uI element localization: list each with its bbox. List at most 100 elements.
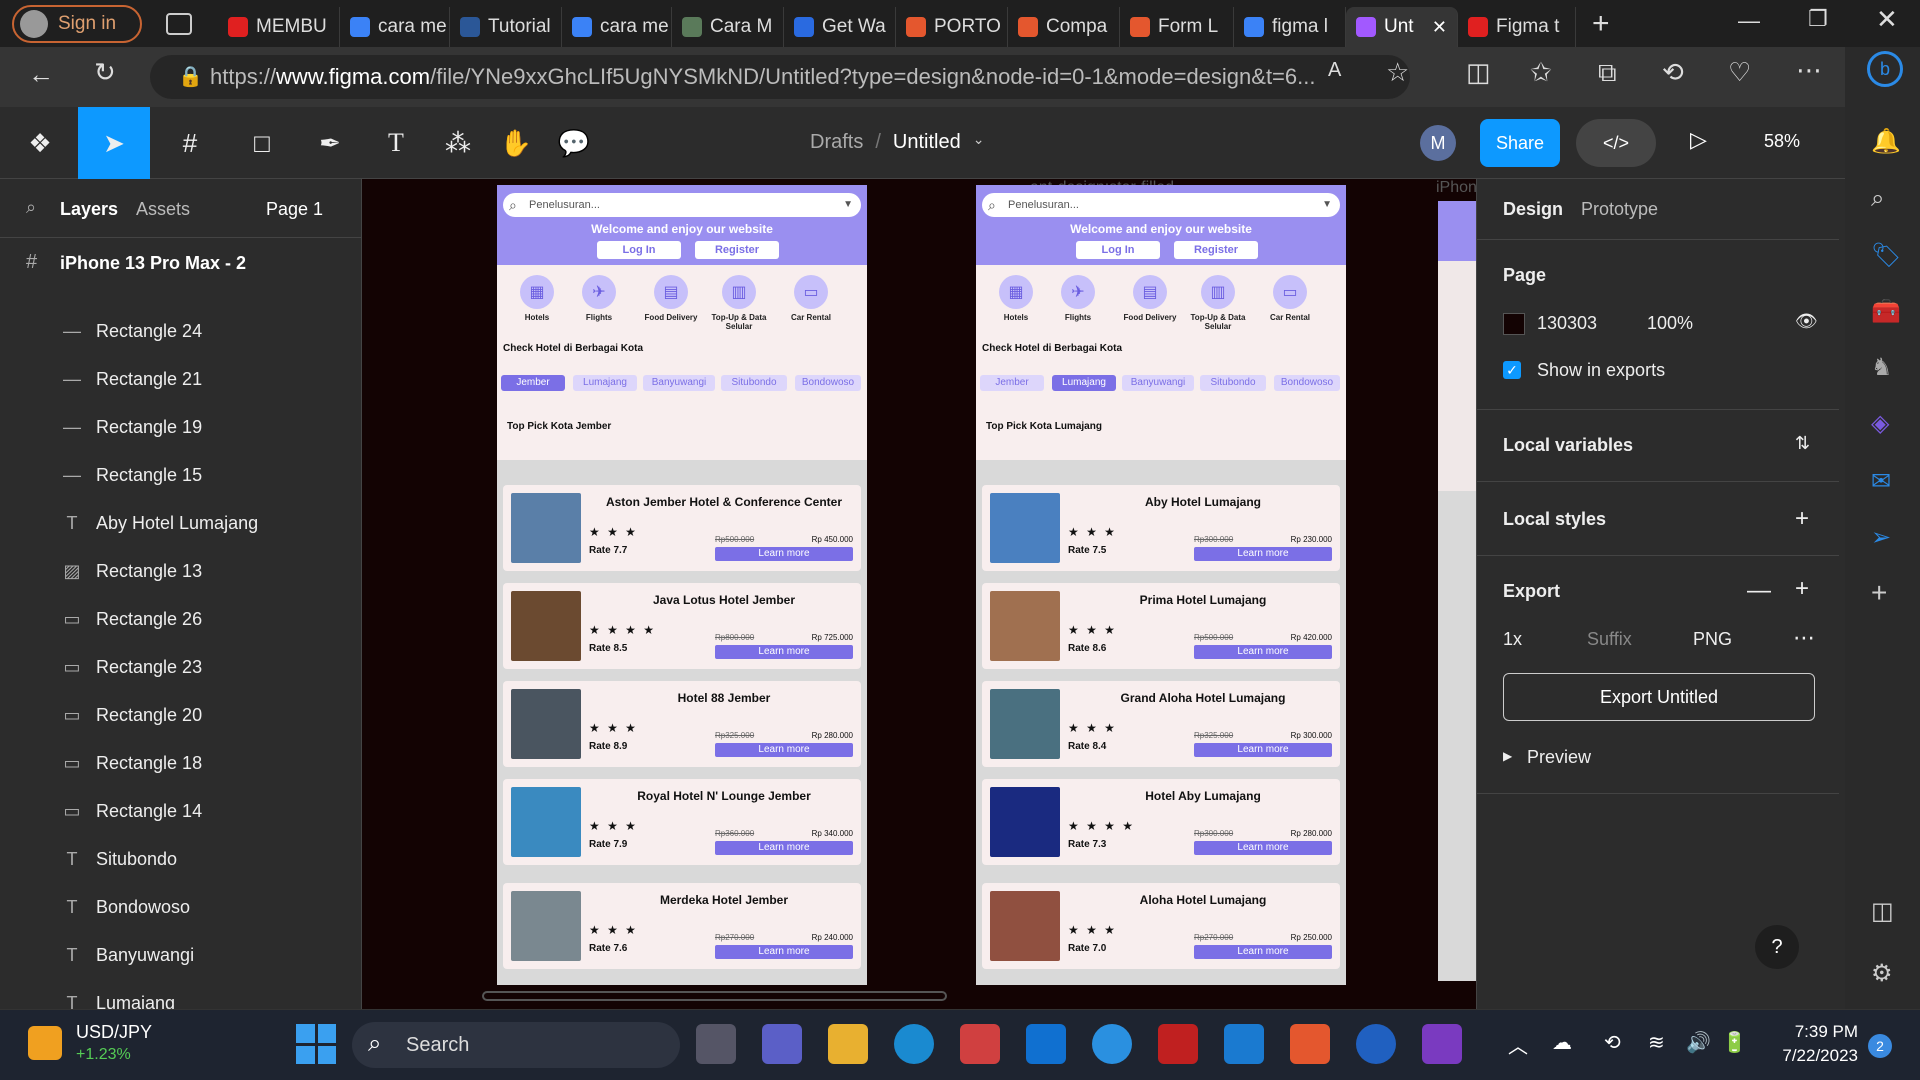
hotel-card[interactable]: Grand Aloha Hotel Lumajang ★ ★ ★ Rate 8.4 R…: [982, 681, 1340, 767]
expand-arrow-icon[interactable]: ▶: [1503, 749, 1512, 763]
copilot-icon[interactable]: ◈: [1871, 409, 1889, 438]
layer-row[interactable]: T Aby Hotel Lumajang: [0, 499, 362, 547]
hotel-card[interactable]: Aloha Hotel Lumajang ★ ★ ★ Rate 7.0 Rp270.0…: [982, 883, 1340, 969]
zoom-level[interactable]: 58%: [1764, 131, 1800, 152]
more-options-icon[interactable]: ⋯: [1796, 55, 1822, 86]
browser-tab[interactable]: Tutorial: [450, 7, 562, 47]
tab-prototype[interactable]: Prototype: [1581, 199, 1658, 220]
layer-row[interactable]: T Banyuwangi: [0, 931, 362, 979]
tab-actions-icon[interactable]: [166, 12, 192, 35]
city-chip[interactable]: Banyuwangi: [643, 375, 715, 391]
dropdown-arrow-icon[interactable]: ▼: [843, 193, 853, 217]
dev-mode-toggle[interactable]: </>: [1576, 119, 1656, 167]
notifications-icon[interactable]: 🔔: [1871, 127, 1901, 156]
resources-tool-icon[interactable]: ⁂: [430, 107, 486, 179]
move-tool-icon[interactable]: ➤: [78, 107, 150, 179]
sync-icon[interactable]: ⟲: [1604, 1030, 1621, 1055]
split-screen-icon[interactable]: ◫: [1466, 57, 1491, 88]
visibility-eye-icon[interactable]: 👁: [1795, 311, 1818, 332]
chevron-down-icon[interactable]: ⌄: [973, 131, 985, 154]
city-chip[interactable]: Bondowoso: [1274, 375, 1340, 391]
pen-tool-icon[interactable]: ✒: [300, 107, 360, 179]
back-icon[interactable]: ←: [28, 59, 54, 90]
frame-tool-icon[interactable]: #: [160, 107, 220, 179]
page-selector[interactable]: Page 1: [266, 199, 323, 220]
file-name[interactable]: Untitled: [893, 131, 961, 154]
visual-studio-icon[interactable]: [1422, 1024, 1462, 1064]
layer-row[interactable]: ▨ Rectangle 13: [0, 547, 362, 595]
hotel-card[interactable]: Prima Hotel Lumajang ★ ★ ★ Rate 8.6 Rp500.0…: [982, 583, 1340, 669]
export-settings-icon[interactable]: ⋯: [1793, 625, 1815, 651]
browser-tab[interactable]: Figma t: [1458, 7, 1576, 47]
layer-row[interactable]: T Situbondo: [0, 835, 362, 883]
learn-more-button[interactable]: Learn more: [1194, 743, 1332, 757]
myhp-icon[interactable]: [1026, 1024, 1066, 1064]
phone-frame[interactable]: ⌕ Penelusuran... ▼ Welcome and enjoy our we…: [497, 185, 867, 985]
settings-gear-icon[interactable]: ⚙: [1871, 959, 1893, 988]
battery-icon[interactable]: 🔋: [1722, 1030, 1747, 1055]
city-chip[interactable]: Situbondo: [1200, 375, 1266, 391]
hotel-card[interactable]: Hotel 88 Jember ★ ★ ★ Rate 8.9 Rp325.000 Rp …: [503, 681, 861, 767]
learn-more-button[interactable]: Learn more: [1194, 945, 1332, 959]
add-export-icon[interactable]: +: [1795, 575, 1809, 603]
refresh-icon[interactable]: ↻: [94, 57, 116, 88]
page-color-value[interactable]: 130303: [1537, 313, 1597, 334]
shopping-icon[interactable]: 🏷: [1871, 241, 1901, 270]
layer-row[interactable]: ▭ Rectangle 26: [0, 595, 362, 643]
learn-more-button[interactable]: Learn more: [715, 743, 853, 757]
variables-icon[interactable]: ⇅: [1795, 433, 1810, 454]
tab-assets[interactable]: Assets: [136, 199, 190, 220]
breadcrumb-drafts[interactable]: Drafts: [810, 131, 863, 154]
wifi-icon[interactable]: ≋: [1648, 1030, 1665, 1055]
local-styles-label[interactable]: Local styles: [1503, 509, 1606, 530]
close-window-icon[interactable]: ✕: [1876, 4, 1898, 35]
browser-tab[interactable]: cara me: [340, 7, 450, 47]
rectangle-tool-icon[interactable]: □: [232, 107, 292, 179]
city-chip[interactable]: Jember: [980, 375, 1044, 391]
browser-tab[interactable]: cara me: [562, 7, 672, 47]
partial-frame[interactable]: [1438, 201, 1476, 981]
tab-design[interactable]: Design: [1503, 199, 1563, 220]
layer-row[interactable]: — Rectangle 15: [0, 451, 362, 499]
start-button[interactable]: [296, 1024, 336, 1064]
edge-browser-icon[interactable]: [894, 1024, 934, 1064]
add-sidebar-app-icon[interactable]: +: [1871, 577, 1887, 609]
browser-tab[interactable]: Cara M: [672, 7, 784, 47]
export-button[interactable]: Export Untitled: [1503, 673, 1815, 721]
browser-tab[interactable]: Get Wa: [784, 7, 896, 47]
category-item[interactable]: ▭ Car Rental: [781, 275, 841, 322]
category-item[interactable]: ▥ Top-Up & Data Selular: [1188, 275, 1248, 331]
city-chip[interactable]: Bondowoso: [795, 375, 861, 391]
tools-icon[interactable]: 🧰: [1871, 297, 1901, 326]
phone-register-button[interactable]: Register: [1174, 241, 1258, 259]
comment-tool-icon[interactable]: 💬: [546, 107, 602, 179]
category-item[interactable]: ▤ Food Delivery: [641, 275, 701, 322]
favorites-icon[interactable]: ✩: [1530, 57, 1552, 88]
layer-row[interactable]: ▭ Rectangle 14: [0, 787, 362, 835]
collections-icon[interactable]: ⧉: [1598, 57, 1617, 89]
task-view-icon[interactable]: [696, 1024, 736, 1064]
performance-icon[interactable]: ♡: [1728, 57, 1751, 88]
category-item[interactable]: ▦ Hotels: [507, 275, 567, 322]
layer-row[interactable]: ▭ Rectangle 20: [0, 691, 362, 739]
browser-tab[interactable]: PORTO: [896, 7, 1008, 47]
learn-more-button[interactable]: Learn more: [715, 547, 853, 561]
clock-time[interactable]: 7:39 PM: [1770, 1022, 1858, 1042]
horizontal-scrollbar[interactable]: [482, 991, 947, 1001]
frame-layer-name[interactable]: iPhone 13 Pro Max - 2: [60, 253, 246, 274]
city-chip[interactable]: Jember: [501, 375, 565, 391]
notification-badge[interactable]: 2: [1868, 1034, 1892, 1058]
show-in-exports-checkbox[interactable]: ✓: [1503, 361, 1521, 379]
hotel-card[interactable]: Aston Jember Hotel & Conference Center ★ …: [503, 485, 861, 571]
avatar[interactable]: M: [1420, 125, 1456, 161]
learn-more-button[interactable]: Learn more: [1194, 841, 1332, 855]
layer-row[interactable]: — Rectangle 19: [0, 403, 362, 451]
hotel-card[interactable]: Merdeka Hotel Jember ★ ★ ★ Rate 7.6 Rp270.0…: [503, 883, 861, 969]
phone-search-bar[interactable]: ⌕ Penelusuran... ▼: [982, 193, 1340, 217]
volume-icon[interactable]: 🔊: [1686, 1030, 1711, 1055]
text-tool-icon[interactable]: T: [368, 107, 424, 179]
category-item[interactable]: ▦ Hotels: [986, 275, 1046, 322]
browser-tab[interactable]: Form L: [1120, 7, 1234, 47]
send-icon[interactable]: ➢: [1871, 523, 1891, 552]
browser-tab[interactable]: Unt ✕: [1346, 7, 1458, 47]
